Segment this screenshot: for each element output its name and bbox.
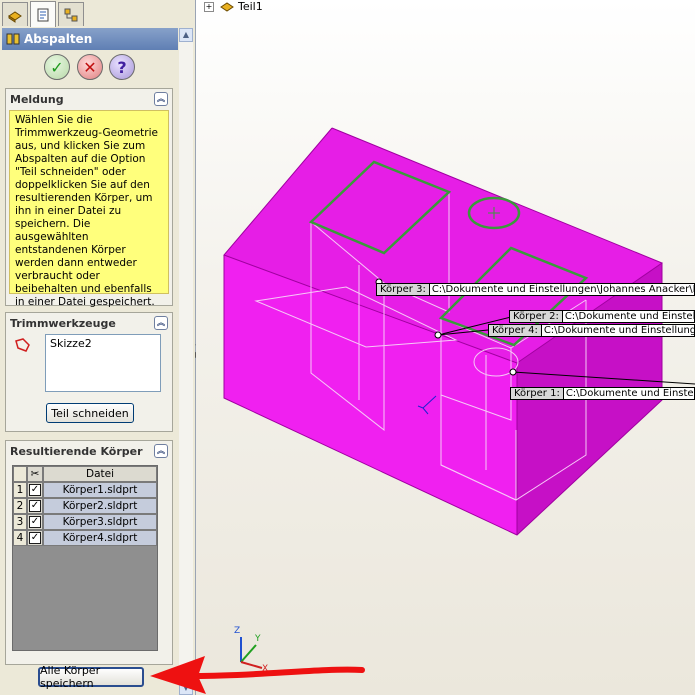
table-row-checkbox-cell: ✓ [27,514,43,530]
message-panel: Meldung ︽ Wählen Sie die Trimmwerkzeug-G… [5,88,173,308]
feature-title: Abspalten [24,32,93,46]
cut-part-button[interactable]: Teil schneiden [46,403,134,423]
help-icon: ? [117,57,127,77]
axis-x-label: X [262,664,269,674]
scroll-up-icon[interactable]: ▲ [179,28,193,42]
table-row-file[interactable]: Körper4.sldprt [43,530,157,546]
feature-title-bar: Abspalten [2,28,178,50]
collapse-chevron-icon[interactable]: ︽ [154,316,168,330]
body-callout-4[interactable]: Körper 4: C:\Dokumente und Einstellunger [488,324,695,337]
axis-z-label: Z [234,626,241,636]
result-bodies-table: ✂ Datei 1 ✓ Körper1.sldprt 2 ✓ Körper2.s… [12,465,158,651]
table-row-file[interactable]: Körper1.sldprt [43,482,157,498]
row-number: 3 [13,514,27,530]
callout-path: C:\Dokumente und Einstellu [565,388,695,399]
cancel-button[interactable]: ✕ [77,54,103,80]
trim-tools-panel: Trimmwerkzeuge ︽ Skizze2 Teil schneiden [5,312,173,432]
callout-path: C:\Dokumente und Einstellungen\Johannes … [431,284,695,295]
column-header-file[interactable]: Datei [43,466,157,482]
trim-tools-header[interactable]: Trimmwerkzeuge ︽ [6,313,172,333]
callout-path: C:\Dokumente und Einstellu [564,311,695,322]
save-checkbox[interactable]: ✓ [29,484,41,496]
feature-manager-icon [8,10,22,23]
table-header-corner [13,466,27,482]
callout-path: C:\Dokumente und Einstellunger [543,325,695,336]
body-callout-3[interactable]: Körper 3: C:\Dokumente und Einstellungen… [376,283,695,296]
callout-label: Körper 1: [511,388,564,399]
scroll-down-icon[interactable]: ▼ [179,681,193,695]
collapse-chevron-icon[interactable]: ︽ [154,444,168,458]
save-checkbox[interactable]: ✓ [29,500,41,512]
help-button[interactable]: ? [109,54,135,80]
save-all-bodies-button[interactable]: Alle Körper speichern [38,664,144,690]
callout-label: Körper 4: [489,325,542,336]
manager-tabs [0,0,180,27]
configuration-manager-icon [64,8,78,21]
property-manager-scrollbar[interactable]: ▲ ▼ [179,28,193,695]
trim-tools-list[interactable]: Skizze2 [45,334,161,392]
collapse-chevron-icon[interactable]: ︽ [154,92,168,106]
callout-label: Körper 2: [510,311,563,322]
save-checkbox[interactable]: ✓ [29,516,41,528]
close-icon: ✕ [83,57,97,77]
property-manager: Abspalten ✓ ✕ ? Meldung ︽ Wählen Sie die… [0,0,196,695]
body-callout-1[interactable]: Körper 1: C:\Dokumente und Einstellu [510,387,695,400]
row-number: 4 [13,530,27,546]
axis-y-label: Y [255,634,261,644]
ok-button[interactable]: ✓ [44,54,70,80]
result-bodies-panel: Resultierende Körper ︽ ✂ Datei 1 ✓ Körpe… [5,440,173,665]
table-row-file[interactable]: Körper2.sldprt [43,498,157,514]
confirm-buttons: ✓ ✕ ? [0,54,180,84]
result-bodies-title: Resultierende Körper [10,444,143,458]
trim-tools-title: Trimmwerkzeuge [10,316,116,330]
row-number: 1 [13,482,27,498]
message-text: Wählen Sie die Trimmwerkzeug-Geometrie a… [9,110,169,308]
row-number: 2 [13,498,27,514]
model-view [223,127,695,669]
table-row-checkbox-cell: ✓ [27,482,43,498]
graphics-area[interactable]: + Teil1 Z Y X Körper 3: C:\Dokumente und… [196,0,695,695]
property-manager-tab[interactable] [30,1,56,27]
table-row-checkbox-cell: ✓ [27,498,43,514]
configuration-manager-tab[interactable] [58,2,84,26]
result-bodies-header[interactable]: Resultierende Körper ︽ [6,441,172,461]
sketch-icon [15,338,30,352]
table-row-file[interactable]: Körper3.sldprt [43,514,157,530]
message-panel-header[interactable]: Meldung ︽ [6,89,172,109]
message-panel-title: Meldung [10,92,64,106]
table-row-checkbox-cell: ✓ [27,530,43,546]
save-checkbox[interactable]: ✓ [29,532,41,544]
body-callout-2[interactable]: Körper 2: C:\Dokumente und Einstellu [509,310,695,323]
split-feature-icon [6,33,20,45]
check-icon: ✓ [50,57,64,77]
list-item[interactable]: Skizze2 [50,337,156,350]
property-manager-icon [37,8,49,21]
feature-manager-tab[interactable] [2,2,28,26]
callout-label: Körper 3: [377,284,430,295]
scissors-icon: ✂ [27,466,43,482]
